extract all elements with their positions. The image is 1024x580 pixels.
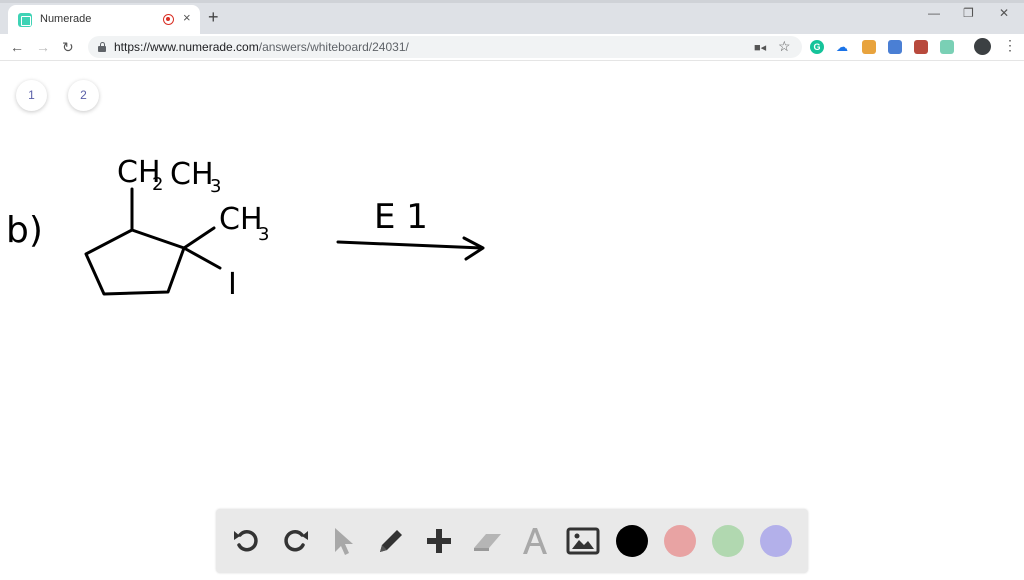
url-text: https://www.numerade.com/answers/whitebo… — [114, 40, 409, 54]
cloud-extension-icon[interactable]: ☁ — [836, 40, 850, 54]
color-swatch-red[interactable] — [664, 525, 696, 557]
tool-panel — [216, 509, 808, 573]
tab-title: Numerade — [40, 13, 92, 25]
tab-close-button[interactable]: × — [183, 10, 191, 26]
app-window: Numerade × + — ❐ ✕ ← → ↻ https://www.num… — [0, 0, 1024, 580]
screen-extension-icon[interactable] — [940, 40, 954, 54]
grammarly-extension-icon[interactable]: G — [810, 40, 824, 54]
reload-icon[interactable]: ↻ — [62, 37, 74, 57]
undo-icon — [234, 530, 258, 552]
ethyl-label-sub3: 3 — [210, 176, 221, 197]
window-minimize-button[interactable]: — — [928, 6, 940, 20]
pen-tool-button[interactable] — [374, 524, 408, 558]
whiteboard-canvas[interactable]: b) CH 2 CH 3 CH 3 I E 1 — [0, 62, 1024, 580]
methyl-label-sub3: 3 — [258, 224, 269, 245]
plus-icon — [427, 529, 451, 553]
address-bar[interactable]: https://www.numerade.com/answers/whitebo… — [88, 36, 802, 58]
eraser-tool-button[interactable] — [470, 524, 504, 558]
window-restore-button[interactable]: ❐ — [963, 6, 974, 20]
methyl-label-ch: CH — [219, 202, 263, 237]
ethyl-label-sub2: 2 — [152, 174, 163, 195]
back-arrow-icon[interactable]: ← — [10, 37, 24, 57]
cyclopentane-ring — [84, 228, 186, 296]
bond-iodine — [182, 246, 222, 270]
color-swatch-green[interactable] — [712, 525, 744, 557]
camera-icon[interactable]: ■◂ — [754, 41, 766, 54]
window-close-button[interactable]: ✕ — [999, 6, 1009, 20]
redo-icon — [284, 530, 308, 552]
ethyl-label-ch-b: CH — [170, 157, 214, 192]
add-shape-button[interactable] — [422, 524, 456, 558]
numerade-favicon-icon — [18, 13, 32, 27]
recording-indicator-icon — [163, 14, 174, 25]
browser-tab[interactable]: Numerade × — [8, 5, 200, 34]
menu-kebab-icon[interactable]: ⋮ — [1003, 38, 1017, 52]
undo-button[interactable] — [230, 524, 264, 558]
browser-toolbar: ← → ↻ https://www.numerade.com/answers/w… — [0, 34, 1024, 61]
image-icon — [566, 527, 600, 555]
pencil-icon — [380, 530, 402, 552]
url-host: https://www.numerade.com — [114, 40, 259, 54]
url-path: /answers/whiteboard/24031/ — [258, 40, 409, 54]
image-tool-button[interactable] — [566, 524, 600, 558]
whiteboard-drawing: b) CH 2 CH 3 CH 3 I E 1 — [6, 155, 485, 302]
iodine-label: I — [228, 267, 237, 302]
profile-avatar[interactable] — [974, 38, 991, 55]
redo-button[interactable] — [278, 524, 312, 558]
forward-arrow-icon[interactable]: → — [36, 37, 50, 57]
bookmark-star-icon[interactable]: ☆ — [778, 38, 791, 55]
part-label: b) — [6, 210, 43, 251]
eraser-icon — [474, 534, 501, 551]
text-tool-button[interactable] — [518, 524, 552, 558]
text-a-icon — [523, 528, 547, 554]
select-tool-button[interactable] — [326, 524, 360, 558]
extension-icon[interactable] — [862, 40, 876, 54]
bond-methyl — [182, 226, 216, 250]
pdf-extension-icon[interactable] — [914, 40, 928, 54]
tab-strip-border — [0, 0, 1024, 3]
tab-strip: Numerade × + — ❐ ✕ — [0, 0, 1024, 34]
reaction-arrow-shaft — [336, 240, 484, 250]
new-tab-button[interactable]: + — [208, 8, 219, 26]
docs-extension-icon[interactable] — [888, 40, 902, 54]
color-swatch-blue[interactable] — [760, 525, 792, 557]
cursor-arrow-icon — [335, 528, 353, 555]
lock-icon — [98, 42, 106, 52]
reaction-condition-label: E 1 — [374, 197, 428, 237]
color-swatch-black[interactable] — [616, 525, 648, 557]
